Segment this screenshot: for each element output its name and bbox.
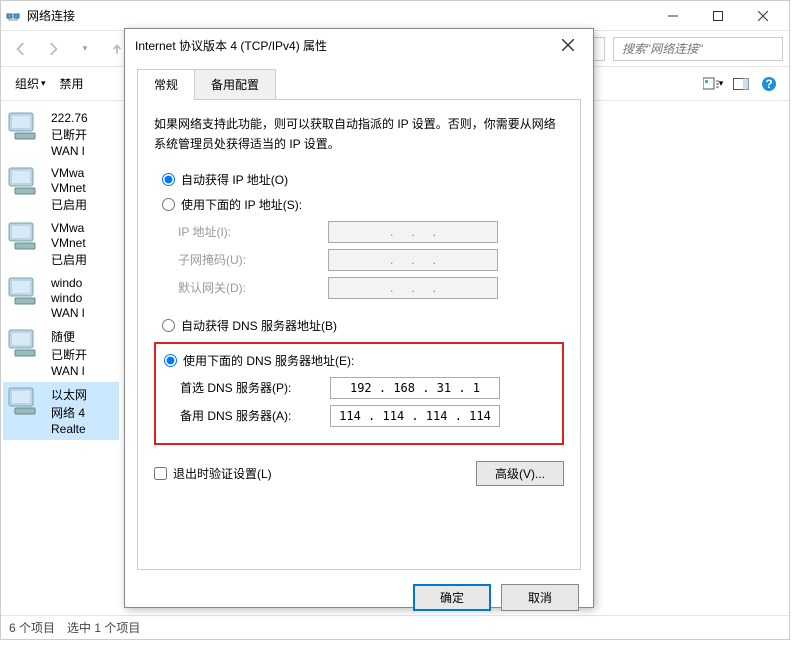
nic-icon <box>5 386 45 420</box>
advanced-button[interactable]: 高级(V)... <box>476 461 564 486</box>
tab-panel-general: 如果网络支持此功能，则可以获取自动指派的 IP 设置。否则，你需要从网络系统管理… <box>137 100 581 570</box>
list-item[interactable]: VMwaVMnet已启用 <box>3 162 119 217</box>
maximize-button[interactable] <box>695 1 740 31</box>
window-title: 网络连接 <box>27 7 650 24</box>
help-button[interactable]: ? <box>757 72 781 96</box>
svg-text:?: ? <box>765 77 772 91</box>
nic-icon <box>5 328 45 362</box>
forward-button[interactable] <box>39 35 67 63</box>
minimize-button[interactable] <box>650 1 695 31</box>
preview-pane-button[interactable] <box>729 72 753 96</box>
back-button[interactable] <box>7 35 35 63</box>
tab-general[interactable]: 常规 <box>137 69 195 99</box>
subnet-label: 子网掩码(U): <box>178 251 328 268</box>
radio-ip-manual-input[interactable] <box>162 198 175 211</box>
ip-address-label: IP 地址(I): <box>178 223 328 240</box>
list-item[interactable]: VMwaVMnet已启用 <box>3 217 119 272</box>
ok-button[interactable]: 确定 <box>413 584 491 611</box>
titlebar: 网络连接 <box>1 1 789 31</box>
subnet-input: ... <box>328 249 498 271</box>
list-item[interactable]: 随便已断开WAN l <box>3 324 119 382</box>
organize-menu[interactable]: 组织 ▾ <box>9 73 52 94</box>
recent-dropdown[interactable]: ▾ <box>71 35 99 63</box>
radio-dns-manual[interactable]: 使用下面的 DNS 服务器地址(E): <box>164 352 554 369</box>
disable-button[interactable]: 禁用 <box>54 73 90 94</box>
nic-icon <box>5 166 45 200</box>
dialog-title: Internet 协议版本 4 (TCP/IPv4) 属性 <box>135 37 553 54</box>
radio-dns-auto[interactable]: 自动获得 DNS 服务器地址(B) <box>162 317 564 334</box>
radio-ip-auto-input[interactable] <box>162 173 175 186</box>
preferred-dns-input[interactable]: 192 . 168 . 31 . 1 <box>330 377 500 399</box>
nic-icon <box>5 276 45 310</box>
preferred-dns-label: 首选 DNS 服务器(P): <box>180 379 330 396</box>
cancel-button[interactable]: 取消 <box>501 584 579 611</box>
dialog-titlebar: Internet 协议版本 4 (TCP/IPv4) 属性 <box>125 29 593 61</box>
search-box[interactable] <box>613 37 783 61</box>
connection-list: 222.76已断开WAN l VMwaVMnet已启用 VMwaVMnet已启用… <box>1 101 121 609</box>
tab-strip: 常规 备用配置 <box>137 69 581 100</box>
search-input[interactable] <box>622 42 779 56</box>
view-button[interactable]: ▾ <box>701 72 725 96</box>
status-selected: 选中 1 个项目 <box>67 619 140 636</box>
radio-ip-manual[interactable]: 使用下面的 IP 地址(S): <box>162 196 564 213</box>
validate-checkbox[interactable]: 退出时验证设置(L) <box>154 465 272 482</box>
alternate-dns-label: 备用 DNS 服务器(A): <box>180 407 330 424</box>
dialog-close-button[interactable] <box>553 30 583 60</box>
list-item[interactable]: 以太网网络 4Realte <box>3 382 119 440</box>
radio-dns-auto-input[interactable] <box>162 319 175 332</box>
nic-icon <box>5 111 45 145</box>
ip-address-input: ... <box>328 221 498 243</box>
status-count: 6 个项目 <box>9 619 55 636</box>
window-icon <box>5 8 21 24</box>
validate-checkbox-input[interactable] <box>154 467 167 480</box>
tab-alternate[interactable]: 备用配置 <box>194 69 276 99</box>
nic-icon <box>5 221 45 255</box>
close-button[interactable] <box>740 1 785 31</box>
gateway-label: 默认网关(D): <box>178 279 328 296</box>
radio-dns-manual-input[interactable] <box>164 354 177 367</box>
description-text: 如果网络支持此功能，则可以获取自动指派的 IP 设置。否则，你需要从网络系统管理… <box>154 114 564 155</box>
list-item[interactable]: 222.76已断开WAN l <box>3 107 119 162</box>
gateway-input: ... <box>328 277 498 299</box>
ipv4-properties-dialog: Internet 协议版本 4 (TCP/IPv4) 属性 常规 备用配置 如果… <box>124 28 594 608</box>
radio-ip-auto[interactable]: 自动获得 IP 地址(O) <box>162 171 564 188</box>
alternate-dns-input[interactable]: 114 . 114 . 114 . 114 <box>330 405 500 427</box>
dialog-buttons: 确定 取消 <box>125 574 593 621</box>
highlighted-dns-section: 使用下面的 DNS 服务器地址(E): 首选 DNS 服务器(P): 192 .… <box>154 342 564 445</box>
list-item[interactable]: windowindoWAN l <box>3 272 119 324</box>
